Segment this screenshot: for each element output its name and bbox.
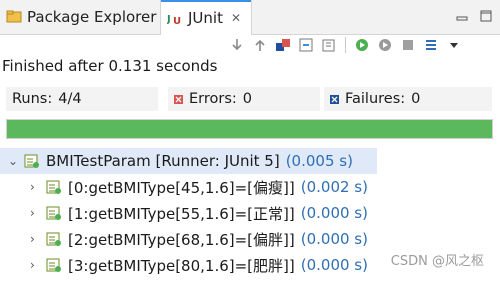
package-explorer-icon — [6, 10, 22, 23]
errors-label: Errors: — [189, 91, 237, 107]
junit-icon: J U — [167, 14, 181, 26]
history-button[interactable] — [320, 36, 338, 54]
tree-item-time: (0.000 s) — [300, 204, 368, 222]
tree-root-time: (0.005 s) — [285, 152, 353, 170]
tree-item-time: (0.000 s) — [300, 230, 368, 248]
view-menu-icon — [450, 43, 458, 48]
tree-item-label: [0:getBMIType[45,1.6]=[偏瘦]] — [68, 178, 295, 197]
tree-root-label: BMITestParam [Runner: JUnit 5] — [46, 152, 280, 170]
failures-counter: Failures: 0 — [324, 87, 492, 111]
runs-counter: Runs: 4/4 — [6, 87, 158, 111]
test-case-icon — [46, 180, 61, 194]
failures-value: 0 — [411, 91, 421, 107]
expand-chevron-icon[interactable]: › — [30, 206, 40, 220]
maximize-icon[interactable] — [478, 8, 494, 24]
expand-chevron-icon[interactable]: › — [30, 232, 40, 246]
errors-value: 0 — [242, 91, 253, 107]
tree-item-label: [2:getBMIType[68,1.6]=[偏胖]] — [68, 230, 295, 249]
tree-item-2[interactable]: › [2:getBMIType[68,1.6]=[偏胖]] (0.000 s) — [0, 226, 368, 252]
tab-junit-label: JUnit — [188, 8, 223, 27]
svg-text:J: J — [167, 14, 171, 25]
history-icon — [322, 39, 335, 52]
test-case-icon — [46, 232, 61, 246]
rerun-failed-first-button[interactable] — [376, 36, 394, 54]
rerun-icon — [356, 39, 368, 51]
toolbar-separator — [345, 37, 346, 53]
failure-icon — [330, 94, 339, 104]
expand-chevron-icon[interactable]: › — [30, 180, 40, 194]
test-case-icon — [46, 206, 61, 220]
view-tab-bar: Package Explorer J U JUnit ✕ — [0, 0, 500, 35]
next-failure-button[interactable] — [228, 36, 246, 54]
failures-label: Failures: — [345, 91, 406, 107]
svg-text:U: U — [173, 16, 181, 26]
layout-button[interactable] — [422, 36, 440, 54]
tree-root-row[interactable]: ⌄ BMITestParam [Runner: JUnit 5] (0.005 … — [0, 148, 377, 174]
minimize-icon[interactable] — [454, 8, 470, 24]
tab-package-explorer-label: Package Explorer — [27, 8, 157, 26]
layout-icon — [426, 40, 436, 50]
test-case-icon — [46, 258, 61, 272]
stop-button[interactable] — [399, 36, 417, 54]
error-icon — [174, 94, 183, 104]
test-progress-bar — [6, 119, 493, 139]
errors-counter: Errors: 0 — [168, 87, 320, 111]
show-failures-only-icon — [276, 39, 290, 51]
junit-toolbar — [228, 34, 463, 56]
tab-junit[interactable]: J U JUnit ✕ — [160, 0, 252, 35]
scroll-lock-icon — [299, 38, 313, 52]
expand-chevron-icon[interactable]: › — [30, 258, 40, 272]
tab-package-explorer[interactable]: Package Explorer — [0, 0, 160, 34]
collapse-chevron-icon[interactable]: ⌄ — [8, 154, 18, 168]
previous-failure-icon — [255, 39, 265, 51]
tree-item-1[interactable]: › [1:getBMIType[55,1.6]=[正常]] (0.000 s) — [0, 200, 368, 226]
show-failures-only-button[interactable] — [274, 36, 292, 54]
runs-value: 4/4 — [58, 91, 82, 107]
previous-failure-button[interactable] — [251, 36, 269, 54]
next-failure-icon — [232, 39, 242, 51]
tree-item-label: [3:getBMIType[80,1.6]=[肥胖]] — [68, 256, 295, 275]
counters-panel: Runs: 4/4 Errors: 0 Failures: 0 — [6, 87, 492, 111]
watermark: CSDN @风之枢 — [390, 254, 484, 269]
tree-item-time: (0.002 s) — [300, 178, 368, 196]
close-tab-icon[interactable]: ✕ — [231, 11, 241, 25]
test-suite-icon — [24, 154, 39, 168]
tree-item-3[interactable]: › [3:getBMIType[80,1.6]=[肥胖]] (0.000 s) — [0, 252, 368, 278]
tree-item-0[interactable]: › [0:getBMIType[45,1.6]=[偏瘦]] (0.002 s) — [0, 174, 368, 200]
tree-item-time: (0.000 s) — [300, 256, 368, 274]
rerun-failed-first-icon — [379, 39, 391, 51]
status-text: Finished after 0.131 seconds — [2, 57, 218, 75]
runs-label: Runs: — [12, 91, 53, 107]
tree-item-label: [1:getBMIType[55,1.6]=[正常]] — [68, 204, 295, 223]
rerun-button[interactable] — [353, 36, 371, 54]
stop-icon — [403, 40, 413, 50]
progress-fill — [7, 120, 492, 138]
view-menu-button[interactable] — [445, 36, 463, 54]
scroll-lock-button[interactable] — [297, 36, 315, 54]
